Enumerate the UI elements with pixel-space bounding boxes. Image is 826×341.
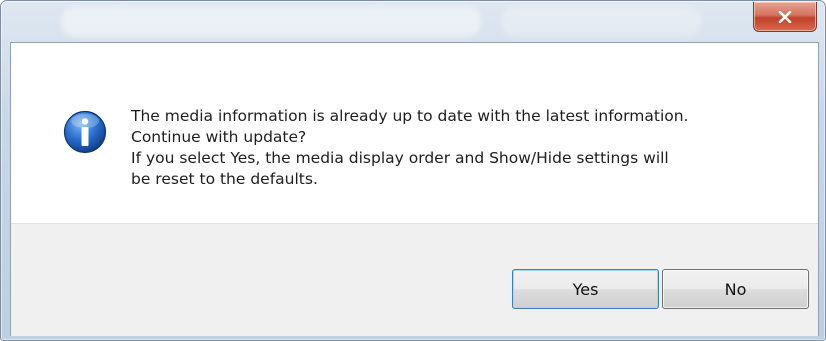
titlebar-glass: [501, 7, 701, 37]
no-button[interactable]: No: [662, 269, 809, 309]
dialog-body: The media information is already up to d…: [10, 42, 819, 336]
info-icon: [63, 110, 107, 154]
message-area: The media information is already up to d…: [11, 43, 818, 223]
yes-button[interactable]: Yes: [512, 269, 659, 309]
close-button[interactable]: [753, 2, 817, 32]
message-line: The media information is already up to d…: [131, 107, 689, 125]
dialog-window: The media information is already up to d…: [0, 0, 826, 341]
message-line: Continue with update?: [131, 128, 307, 146]
message-line: be reset to the defaults.: [131, 170, 318, 188]
close-icon: [778, 10, 792, 23]
titlebar-glass: [61, 7, 481, 37]
message-line: If you select Yes, the media display ord…: [131, 149, 669, 167]
button-bar: Yes No: [11, 223, 818, 336]
message-text: The media information is already up to d…: [131, 106, 688, 190]
